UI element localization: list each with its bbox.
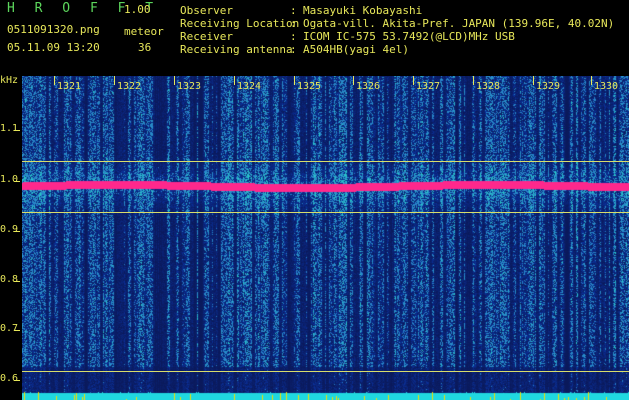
y-tick-label: 1.1 xyxy=(0,123,19,134)
info-separator: : xyxy=(290,30,297,43)
y-tick-label: 0.8 xyxy=(0,274,19,285)
info-value-antenna: A504HB(yagi 4el) xyxy=(303,43,409,56)
x-tick-label: 1328 xyxy=(476,81,501,92)
bottom-guide-line xyxy=(22,371,629,372)
y-tick-mark xyxy=(14,231,20,232)
x-tick-mark xyxy=(174,76,175,85)
x-tick-mark xyxy=(413,76,414,85)
x-tick-mark xyxy=(54,76,55,85)
x-tick-label: 1322 xyxy=(117,81,142,92)
detection-count: 36 xyxy=(138,41,152,54)
filename-label: 0511091320.png xyxy=(7,23,100,36)
detection-label: meteor xyxy=(124,25,164,38)
x-tick-mark xyxy=(294,76,295,85)
info-separator: : xyxy=(290,17,297,30)
info-separator: : xyxy=(290,43,297,56)
y-tick-label: 0.7 xyxy=(0,323,19,334)
x-tick-label: 1321 xyxy=(57,81,82,92)
y-tick-mark xyxy=(14,330,20,331)
info-key-antenna: Receiving antenna xyxy=(180,43,293,56)
info-separator: : xyxy=(290,4,297,17)
y-tick-mark xyxy=(14,181,20,182)
datetime-label: 05.11.09 13:20 xyxy=(7,41,100,54)
x-tick-mark xyxy=(353,76,354,85)
info-key-receiver: Receiver xyxy=(180,30,233,43)
y-axis-unit: kHz xyxy=(0,75,19,86)
y-tick-label: 0.9 xyxy=(0,224,19,235)
x-tick-label: 1327 xyxy=(416,81,441,92)
x-tick-mark xyxy=(533,76,534,85)
signal-level-strip xyxy=(22,389,629,400)
x-tick-label: 1329 xyxy=(536,81,561,92)
lower-guide-line xyxy=(22,212,629,213)
y-tick-mark xyxy=(14,380,20,381)
app-version: 1.00 xyxy=(124,3,151,16)
info-value-location: Ogata-vill. Akita-Pref. JAPAN (139.96E, … xyxy=(303,17,615,30)
info-key-location: Receiving Location xyxy=(180,17,300,30)
info-value-receiver: ICOM IC-575 53.7492(@LCD)MHz USB xyxy=(303,30,515,43)
y-tick-label: 0.6 xyxy=(0,373,19,384)
y-tick-mark xyxy=(14,281,20,282)
x-tick-label: 1324 xyxy=(237,81,262,92)
x-tick-label: 1325 xyxy=(297,81,322,92)
x-tick-label: 1326 xyxy=(356,81,381,92)
info-key-observer: Observer xyxy=(180,4,233,17)
y-tick-label: 1.0 xyxy=(0,174,19,185)
x-tick-label: 1323 xyxy=(177,81,202,92)
x-tick-label: 1330 xyxy=(594,81,619,92)
x-tick-mark xyxy=(234,76,235,85)
upper-guide-line xyxy=(22,161,629,162)
header-panel: H R O F F T 1.00 0511091320.png meteor 0… xyxy=(0,0,629,76)
y-tick-mark xyxy=(14,130,20,131)
info-value-observer: Masayuki Kobayashi xyxy=(303,4,423,17)
x-tick-mark xyxy=(591,76,592,85)
x-tick-mark xyxy=(473,76,474,85)
x-tick-mark xyxy=(114,76,115,85)
spectrogram-canvas xyxy=(22,76,629,400)
